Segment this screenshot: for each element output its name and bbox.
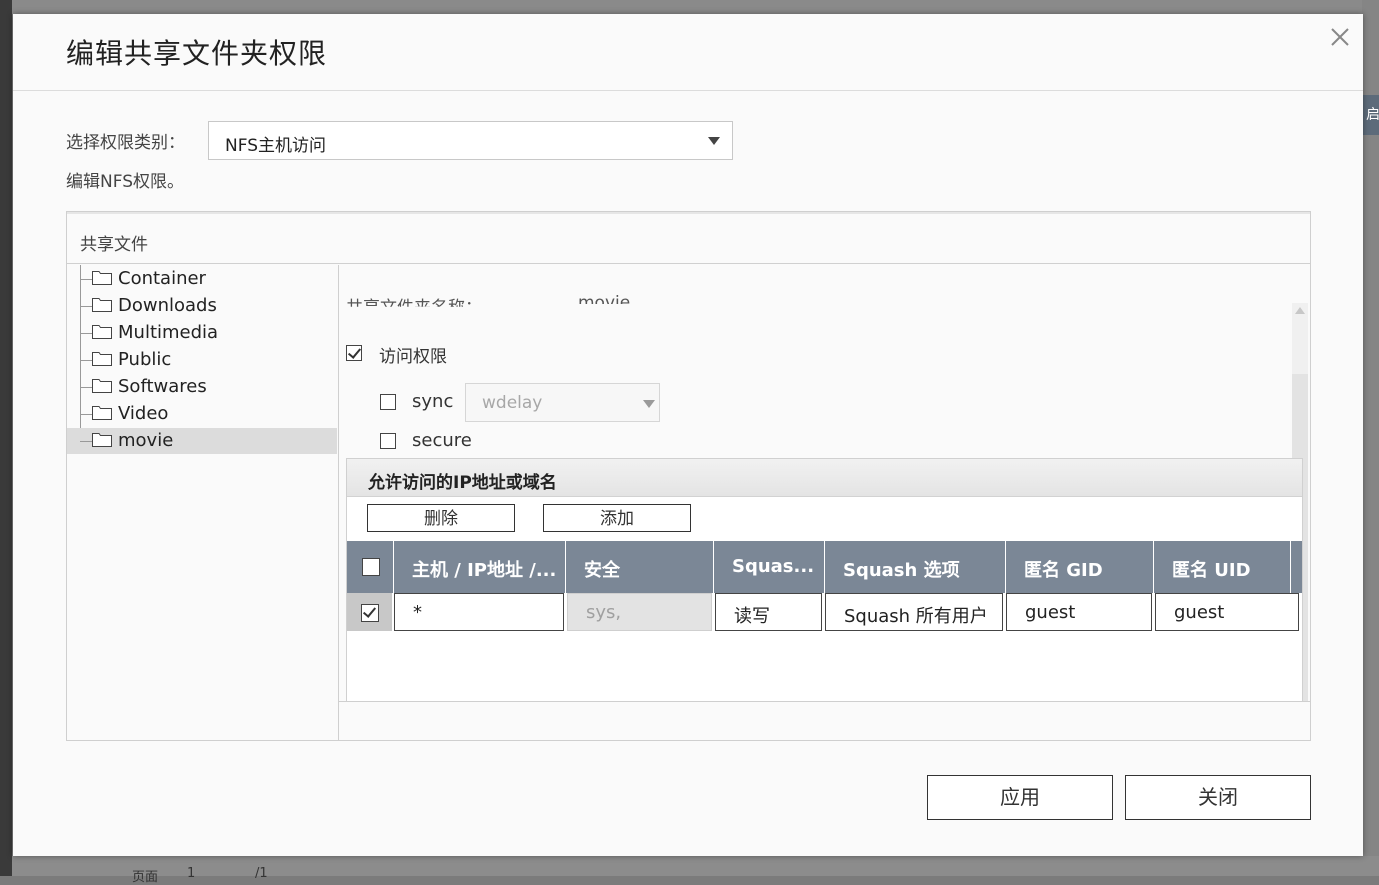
wdelay-value: wdelay	[482, 393, 543, 413]
squash-value: Squash 所有用户	[844, 606, 988, 627]
apply-button[interactable]: 应用	[927, 775, 1113, 820]
column-gid[interactable]: 匿名 GID	[1006, 541, 1154, 593]
panel-header-label: 共享文件	[80, 235, 148, 255]
tree-item-label: Softwares	[118, 376, 207, 397]
background-app-left	[0, 0, 12, 876]
tree-branch	[80, 333, 92, 334]
security-value: sys,	[586, 602, 622, 623]
secure-label: secure	[412, 430, 472, 451]
share-name-value: movie	[578, 293, 631, 313]
permission-cell[interactable]: 读写	[715, 593, 822, 631]
allowed-ip-section: 允许访问的IP地址或域名 删除 添加 主机 / IP地址 /... 安全 Squ…	[346, 458, 1303, 701]
background-app-top	[12, 0, 1379, 14]
tree-item-label: movie	[118, 430, 174, 451]
table-header: 主机 / IP地址 /... 安全 Squas... Squash 选项 匿名 …	[347, 541, 1302, 593]
sync-checkbox[interactable]	[380, 394, 396, 410]
share-name-label: 共享文件夹名称：	[346, 298, 482, 318]
tree-item-video[interactable]: Video	[67, 401, 337, 427]
background-right-tab: 启	[1362, 95, 1379, 135]
close-button[interactable]: 关闭	[1125, 775, 1311, 820]
column-host[interactable]: 主机 / IP地址 /...	[394, 541, 566, 593]
squash-cell[interactable]: Squash 所有用户	[825, 593, 1003, 631]
permission-detail-pane: 共享文件夹名称： movie 访问权限 sync wdelay secure 允…	[339, 265, 1310, 701]
column-security[interactable]: 安全	[566, 541, 714, 593]
tree-branch	[80, 306, 92, 307]
uid-cell[interactable]: guest	[1155, 593, 1299, 631]
permission-value: 读写	[734, 606, 770, 627]
tree-item-downloads[interactable]: Downloads	[67, 293, 337, 319]
tree-branch	[80, 279, 92, 280]
security-cell[interactable]: sys,	[567, 593, 712, 631]
folder-icon	[92, 298, 112, 312]
column-uid[interactable]: 匿名 UID	[1154, 541, 1291, 593]
host-value: *	[413, 602, 422, 623]
folder-icon	[92, 325, 112, 339]
tree-branch	[80, 360, 92, 361]
pane-divider	[339, 701, 1310, 702]
tree-item-label: Multimedia	[118, 322, 219, 343]
panel-header: 共享文件	[67, 212, 1310, 264]
column-host-label: 主机 / IP地址 /...	[412, 560, 557, 581]
host-cell[interactable]: *	[394, 593, 564, 631]
tree-item-movie[interactable]: movie	[67, 428, 337, 454]
column-gid-label: 匿名 GID	[1024, 560, 1103, 581]
permission-type-value: NFS主机访问	[225, 136, 326, 156]
folder-icon	[92, 406, 112, 420]
tree-item-label: Downloads	[118, 295, 217, 316]
tree-item-label: Video	[118, 403, 169, 424]
pager-page: 1	[187, 866, 196, 881]
column-permission-label: Squas...	[732, 556, 815, 577]
tree-branch	[80, 414, 92, 415]
tree-item-container[interactable]: Container	[67, 266, 337, 292]
folder-icon	[92, 433, 112, 447]
column-security-label: 安全	[584, 560, 620, 581]
permission-type-label: 选择权限类别：	[66, 133, 185, 153]
uid-value: guest	[1174, 602, 1225, 623]
add-button[interactable]: 添加	[543, 504, 691, 532]
pager-total: /1	[255, 866, 268, 881]
access-checkbox[interactable]	[346, 345, 362, 361]
folder-icon	[92, 271, 112, 285]
scroll-up-icon[interactable]	[1295, 307, 1305, 314]
row-checkbox[interactable]	[361, 604, 379, 622]
edit-share-permission-dialog: 编辑共享文件夹权限 选择权限类别： NFS主机访问 编辑NFS权限。 共享文件 …	[13, 14, 1363, 856]
secure-checkbox[interactable]	[380, 433, 396, 449]
allowed-ip-title: 允许访问的IP地址或域名	[368, 473, 557, 493]
table-row[interactable]: * sys, 读写 Squash 所有用户 guest guest	[347, 593, 1302, 633]
column-squash[interactable]: Squash 选项	[825, 541, 1006, 593]
sync-label: sync	[412, 391, 454, 412]
tree-item-public[interactable]: Public	[67, 347, 337, 373]
tree-item-multimedia[interactable]: Multimedia	[67, 320, 337, 346]
dialog-header: 编辑共享文件夹权限	[13, 14, 1363, 91]
chevron-down-icon	[643, 400, 655, 408]
tree-item-label: Container	[118, 268, 206, 289]
column-squash-label: Squash 选项	[843, 560, 960, 581]
close-icon[interactable]	[1329, 26, 1351, 48]
select-all-column	[347, 541, 394, 593]
gid-cell[interactable]: guest	[1006, 593, 1152, 631]
folder-tree: Container Downloads Multimedia Public So	[67, 265, 339, 740]
folder-icon	[92, 379, 112, 393]
delete-button[interactable]: 删除	[367, 504, 515, 532]
column-uid-label: 匿名 UID	[1172, 560, 1251, 581]
tree-branch	[80, 387, 92, 388]
tree-branch	[80, 441, 92, 442]
row-select-cell	[347, 593, 392, 631]
chevron-down-icon	[708, 137, 720, 145]
background-pager: 页面 1 /1	[12, 856, 1379, 885]
dialog-title: 编辑共享文件夹权限	[66, 37, 328, 70]
access-label: 访问权限	[379, 347, 447, 367]
column-permission[interactable]: Squas...	[714, 541, 825, 593]
tree-item-softwares[interactable]: Softwares	[67, 374, 337, 400]
wdelay-select[interactable]: wdelay	[465, 383, 660, 422]
description-text: 编辑NFS权限。	[66, 172, 184, 192]
share-permission-panel: 共享文件 Container Downloads Multimedia Publ…	[66, 211, 1311, 741]
select-all-checkbox[interactable]	[362, 558, 380, 576]
permission-type-select[interactable]: NFS主机访问	[208, 121, 733, 160]
tree-item-label: Public	[118, 349, 172, 370]
folder-icon	[92, 352, 112, 366]
allowed-ip-header: 允许访问的IP地址或域名	[347, 459, 1302, 497]
gid-value: guest	[1025, 602, 1076, 623]
